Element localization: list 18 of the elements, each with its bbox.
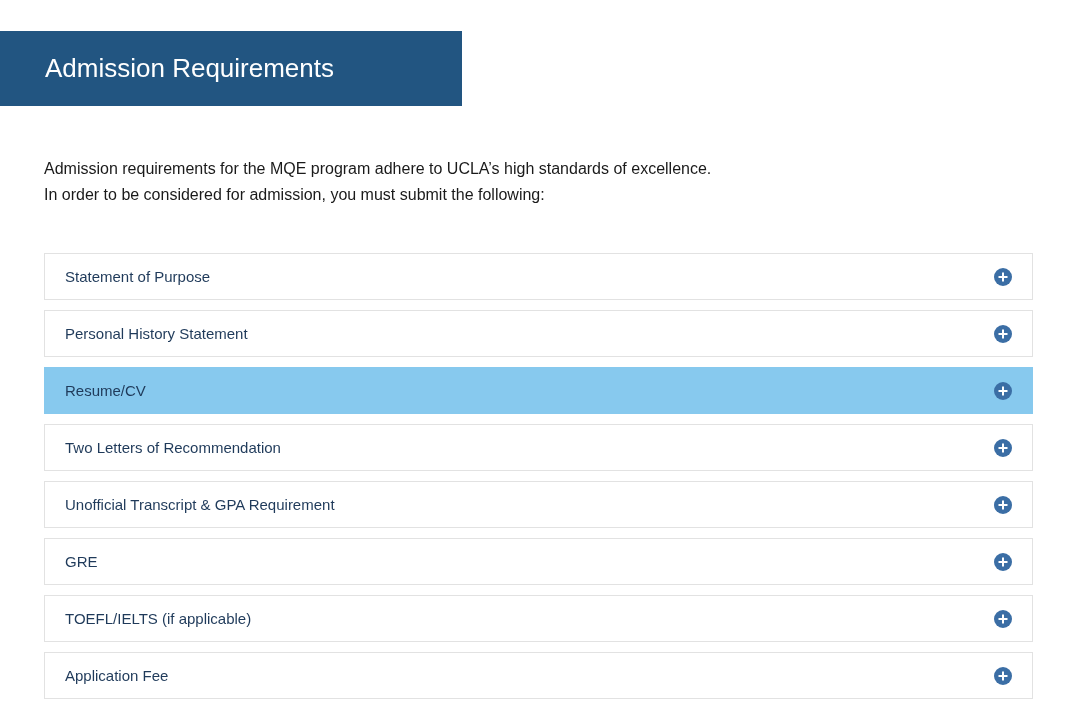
accordion-item[interactable]: Statement of Purpose bbox=[44, 253, 1033, 300]
plus-circle-icon bbox=[994, 609, 1012, 628]
page-title: Admission Requirements bbox=[45, 53, 334, 84]
accordion-item[interactable]: GRE bbox=[44, 538, 1033, 585]
plus-circle-icon bbox=[994, 552, 1012, 571]
accordion-item[interactable]: TOEFL/IELTS (if applicable) bbox=[44, 595, 1033, 642]
accordion-item[interactable]: Application Fee bbox=[44, 652, 1033, 699]
accordion-item[interactable]: Resume/CV bbox=[44, 367, 1033, 414]
plus-circle-icon bbox=[994, 666, 1012, 685]
plus-circle-icon bbox=[994, 381, 1012, 400]
accordion-item[interactable]: Two Letters of Recommendation bbox=[44, 424, 1033, 471]
intro-paragraph: Admission requirements for the MQE program adhere to UCLA’s high standards of excellence. In order to be considered for admission, you must submit the following: bbox=[44, 159, 713, 205]
plus-circle-icon bbox=[994, 438, 1012, 457]
plus-circle-icon bbox=[994, 495, 1012, 514]
accordion-item[interactable]: Unofficial Transcript & GPA Requirement bbox=[44, 481, 1033, 528]
plus-circle-icon bbox=[994, 324, 1012, 343]
plus-circle-icon bbox=[994, 267, 1012, 286]
accordion-item[interactable]: Personal History Statement bbox=[44, 310, 1033, 357]
